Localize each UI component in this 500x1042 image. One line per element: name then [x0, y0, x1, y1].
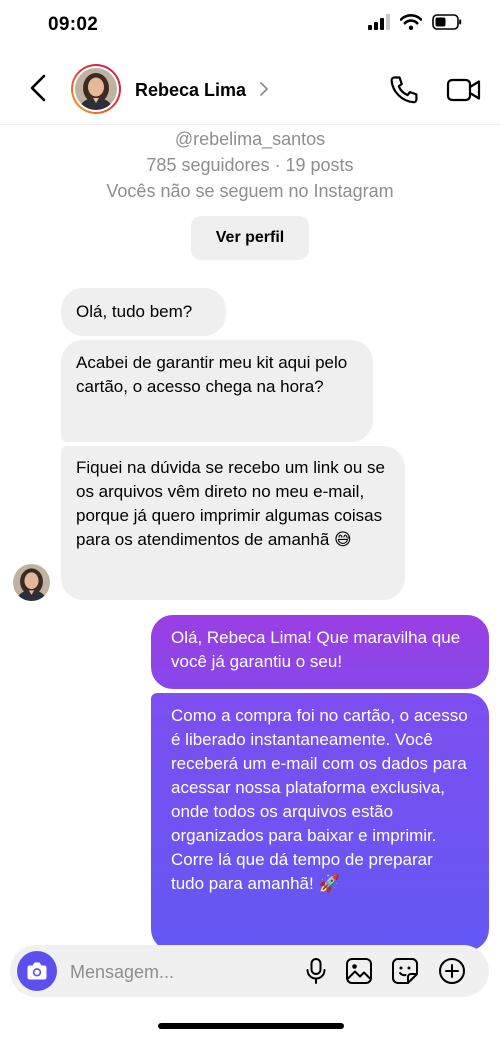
- camera-icon: [27, 962, 47, 980]
- contact-name[interactable]: Rebeca Lima: [135, 80, 246, 101]
- plus-circle-icon[interactable]: [437, 956, 467, 986]
- sticker-icon[interactable]: [390, 956, 420, 986]
- message-bubble-incoming[interactable]: Olá, tudo bem?: [61, 288, 226, 336]
- avatar-portrait-icon: [75, 68, 117, 110]
- view-profile-button[interactable]: Ver perfil: [191, 216, 309, 260]
- message-composer: [10, 945, 489, 997]
- wifi-icon: [400, 14, 422, 30]
- chat-header: Rebeca Lima: [0, 52, 500, 125]
- message-bubble-incoming[interactable]: Acabei de garantir meu kit aqui pelo car…: [61, 340, 373, 442]
- profile-info: @rebelima_santos 785 seguidores · 19 pos…: [0, 126, 500, 204]
- status-icons: [368, 14, 462, 30]
- chevron-right-icon[interactable]: [259, 81, 269, 97]
- video-camera-icon[interactable]: [446, 74, 482, 106]
- home-indicator[interactable]: [158, 1023, 344, 1029]
- image-icon[interactable]: [344, 956, 374, 986]
- profile-handle: @rebelima_santos: [174, 129, 326, 149]
- message-input[interactable]: [68, 953, 292, 991]
- message-bubble-incoming[interactable]: Fiquei na dúvida se recebo um link ou se…: [61, 446, 405, 600]
- profile-stats: 785 seguidores · 19 posts: [146, 155, 354, 175]
- message-bubble-outgoing[interactable]: Olá, Rebeca Lima! Que maravilha que você…: [151, 615, 489, 689]
- battery-icon: [432, 14, 462, 30]
- follow-note: Vocês não se seguem no Instagram: [106, 181, 394, 201]
- sender-avatar[interactable]: [13, 564, 50, 601]
- contact-avatar[interactable]: [71, 64, 121, 114]
- back-arrow-icon[interactable]: [24, 72, 52, 104]
- status-time: 09:02: [48, 14, 99, 35]
- avatar-portrait-icon: [13, 564, 50, 601]
- camera-button[interactable]: [17, 951, 57, 991]
- status-bar: 09:02: [0, 0, 500, 52]
- microphone-icon[interactable]: [301, 956, 331, 986]
- phone-icon[interactable]: [388, 74, 420, 106]
- message-bubble-outgoing[interactable]: Como a compra foi no cartão, o acesso é …: [151, 693, 489, 951]
- signal-icon: [368, 14, 390, 30]
